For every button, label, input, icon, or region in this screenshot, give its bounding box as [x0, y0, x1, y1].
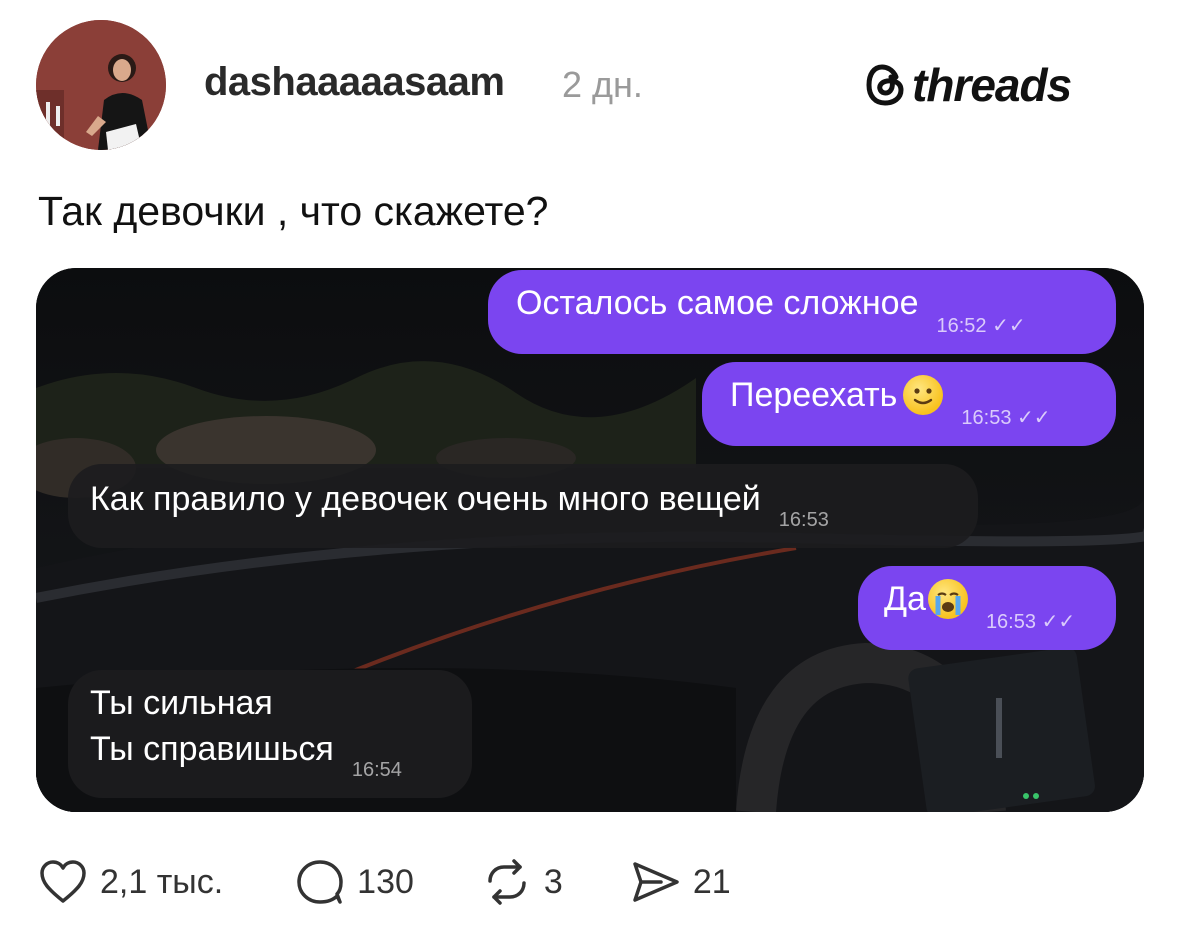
- message-time: 16:53 ✓✓: [961, 407, 1051, 429]
- chat-message-outgoing: Да 16:53 ✓✓: [858, 566, 1116, 650]
- message-text: Осталось самое сложное: [516, 284, 919, 322]
- share-count: 21: [692, 862, 731, 901]
- message-time: 16:53: [778, 509, 829, 531]
- slightly-smiling-face-icon: [903, 375, 944, 416]
- post-image[interactable]: Осталось самое сложное 16:52 ✓✓ Переехат…: [36, 268, 1144, 812]
- post-text: Так девочки , что скажете?: [38, 188, 549, 234]
- chat-message-outgoing: Осталось самое сложное 16:52 ✓✓: [488, 270, 1116, 354]
- comment-count: 130: [357, 862, 414, 901]
- threads-logo: threads: [866, 58, 1072, 112]
- repost-count: 3: [543, 862, 563, 901]
- share-button[interactable]: 21: [631, 859, 731, 905]
- repost-button[interactable]: 3: [482, 859, 563, 905]
- message-text: Ты сильная Ты справишься: [90, 684, 334, 768]
- threads-wordmark: threads: [912, 59, 1072, 111]
- message-text: Да: [884, 576, 968, 622]
- message-time: 16:52 ✓✓: [936, 315, 1026, 337]
- like-button[interactable]: 2,1 тыс.: [38, 859, 223, 905]
- message-text: Как правило у девочек очень много вещей: [90, 480, 761, 518]
- threads-icon: [866, 64, 904, 106]
- message-text: Переехать: [730, 372, 944, 418]
- post-time: 2 дн.: [562, 64, 643, 105]
- comment-button[interactable]: 130: [295, 858, 414, 906]
- post-actions: 2,1 тыс. 130 3 21: [38, 858, 791, 906]
- chat-message-incoming: Ты сильная Ты справишься 16:54: [68, 670, 472, 798]
- crying-face-icon: [927, 579, 968, 620]
- send-icon: [633, 862, 679, 902]
- like-count: 2,1 тыс.: [100, 862, 224, 901]
- username[interactable]: dashaaaaasaam: [204, 60, 505, 105]
- comment-icon: [297, 860, 343, 904]
- message-time: 16:54: [351, 759, 402, 781]
- avatar[interactable]: [36, 20, 166, 150]
- chat-message-outgoing: Переехать 16:53 ✓✓: [702, 362, 1116, 446]
- heart-icon: [40, 860, 86, 903]
- chat-message-incoming: Как правило у девочек очень много вещей …: [68, 464, 978, 548]
- message-time: 16:53 ✓✓: [985, 611, 1076, 633]
- repost-icon: [488, 859, 526, 905]
- avatar-photo: [36, 20, 166, 150]
